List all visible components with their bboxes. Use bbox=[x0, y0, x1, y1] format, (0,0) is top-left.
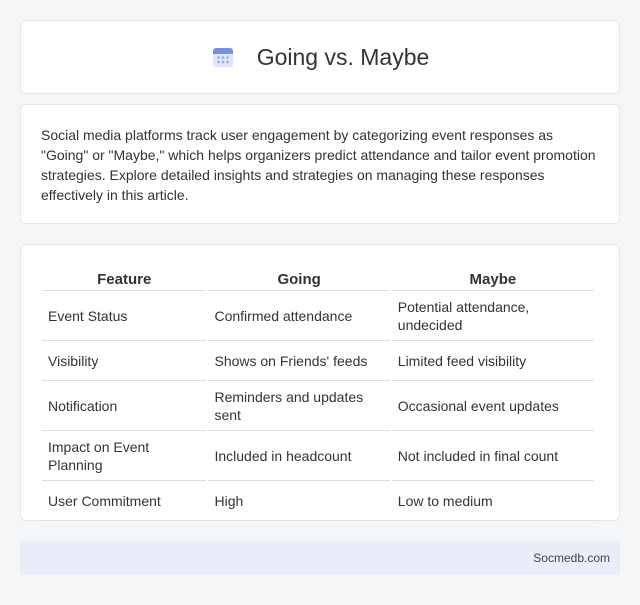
table-cell: Reminders and updates sent bbox=[208, 381, 390, 431]
table-cell: Impact on Event Planning bbox=[42, 431, 207, 481]
page-title: Going vs. Maybe bbox=[256, 43, 430, 70]
footer-site-link[interactable]: Socmedb.com bbox=[533, 551, 610, 565]
table-cell: Potential attendance, undecided bbox=[391, 291, 594, 341]
comparison-table: Feature Going Maybe Event Status Confirm… bbox=[40, 265, 596, 521]
table-cell: Shows on Friends' feeds bbox=[208, 341, 390, 381]
table-cell: Visibility bbox=[42, 341, 207, 381]
intro-card: Social media platforms track user engage… bbox=[20, 104, 620, 224]
table-cell: User Commitment bbox=[42, 481, 207, 521]
table-cell: Included in headcount bbox=[208, 431, 390, 481]
table-row: Event Status Confirmed attendance Potent… bbox=[42, 291, 594, 341]
table-row: Visibility Shows on Friends' feeds Limit… bbox=[42, 341, 594, 381]
table-row: Impact on Event Planning Included in hea… bbox=[42, 431, 594, 481]
intro-text: Social media platforms track user engage… bbox=[41, 127, 596, 203]
table-cell: High bbox=[208, 481, 390, 521]
title-card: Going vs. Maybe bbox=[20, 20, 620, 94]
table-cell: Event Status bbox=[42, 291, 207, 341]
title-wrap: Going vs. Maybe bbox=[211, 43, 430, 71]
table-cell: Limited feed visibility bbox=[391, 341, 594, 381]
table-row: User Commitment High Low to medium bbox=[42, 481, 594, 521]
table-cell: Confirmed attendance bbox=[208, 291, 390, 341]
table-header-row: Feature Going Maybe bbox=[42, 265, 594, 291]
header-maybe: Maybe bbox=[391, 265, 594, 291]
table-cell: Notification bbox=[42, 381, 207, 431]
calendar-icon bbox=[212, 48, 233, 67]
header-going: Going bbox=[208, 265, 390, 291]
table-row: Notification Reminders and updates sent … bbox=[42, 381, 594, 431]
table-card: Feature Going Maybe Event Status Confirm… bbox=[20, 244, 620, 521]
table-cell: Occasional event updates bbox=[391, 381, 594, 431]
table-cell: Low to medium bbox=[391, 481, 594, 521]
table-cell: Not included in final count bbox=[391, 431, 594, 481]
header-feature: Feature bbox=[42, 265, 207, 291]
footer: Socmedb.com bbox=[20, 541, 620, 575]
